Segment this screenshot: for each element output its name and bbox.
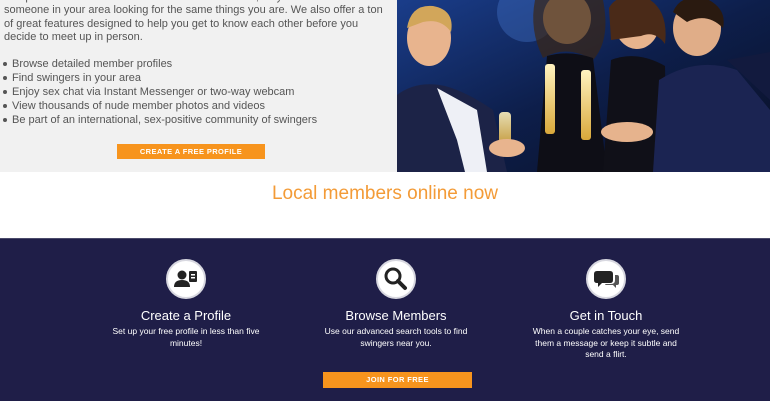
magnifier-icon <box>376 259 416 299</box>
step-browse-members: Browse Members Use our advanced search t… <box>296 259 496 349</box>
step-title: Browse Members <box>345 308 447 323</box>
feature-item: Enjoy sex chat via Instant Messenger or … <box>2 85 317 99</box>
step-description: When a couple catches your eye, send the… <box>532 326 680 359</box>
feature-item: View thousands of nude member photos and… <box>2 99 317 113</box>
feature-list: Browse detailed member profiles Find swi… <box>0 57 317 127</box>
how-it-works-section: Create a Profile Set up your free profil… <box>0 238 770 401</box>
hero-photo <box>397 0 770 172</box>
step-create-profile: Create a Profile Set up your free profil… <box>86 259 286 349</box>
feature-item: Browse detailed member profiles <box>2 57 317 71</box>
step-description: Use our advanced search tools to find sw… <box>324 326 468 348</box>
step-description: Set up your free profile in less than fi… <box>112 326 260 348</box>
create-profile-button[interactable]: CREATE A FREE PROFILE <box>117 144 265 159</box>
profile-card-icon <box>166 259 206 299</box>
step-title: Create a Profile <box>140 308 232 323</box>
step-title: Get in Touch <box>569 308 643 323</box>
intro-panel: Swapfinder.com has millions of members w… <box>0 0 397 172</box>
feature-item: Be part of an international, sex-positiv… <box>2 114 318 126</box>
chat-bubbles-icon <box>586 259 626 299</box>
intro-text: Swapfinder.com has millions of members w… <box>4 0 383 43</box>
online-members-heading: Local members online now <box>271 183 498 204</box>
step-get-in-touch: Get in Touch When a couple catches your … <box>506 259 706 361</box>
hero-section: Swapfinder.com has millions of members w… <box>0 0 770 172</box>
feature-item: Find swingers in your area <box>2 71 317 85</box>
join-for-free-button[interactable]: JOIN FOR FREE <box>323 372 472 388</box>
